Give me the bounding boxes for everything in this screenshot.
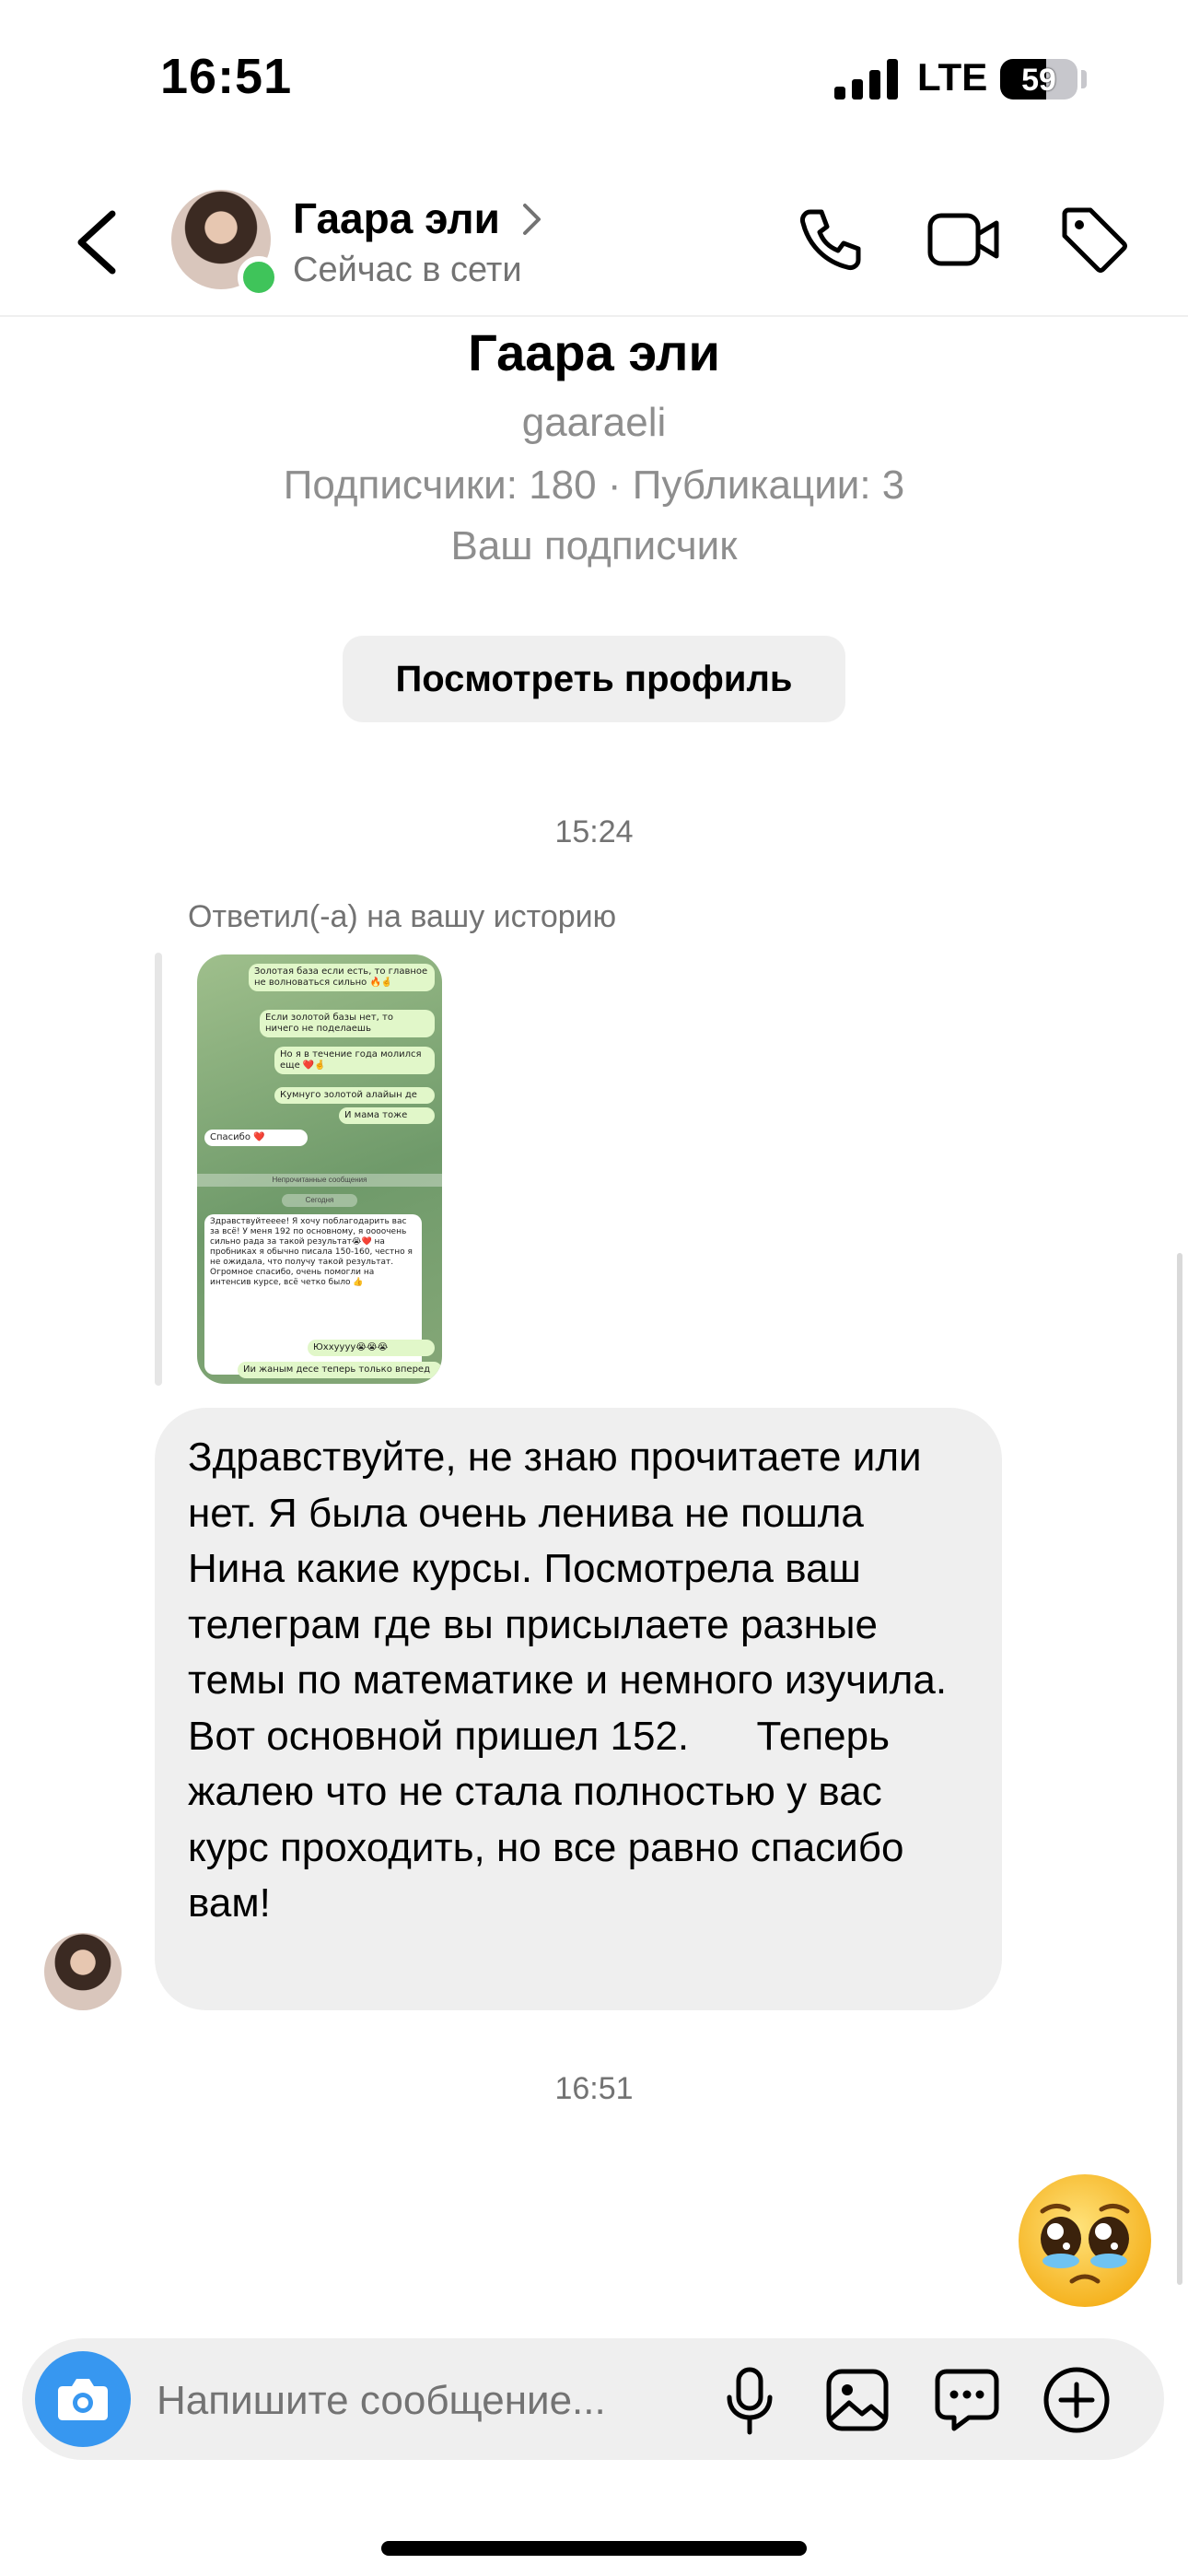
story-message: Но я в течение года молился еще ❤️🤞 bbox=[274, 1047, 435, 1074]
contact-status: Сейчас в сети bbox=[293, 251, 522, 289]
message-timestamp: 16:51 bbox=[554, 2071, 634, 2106]
story-thumbnail[interactable]: Золотая база если есть, то главное не во… bbox=[197, 954, 442, 1384]
story-message: Юххуууу😭😭😭 bbox=[308, 1340, 435, 1356]
video-camera-icon[interactable] bbox=[926, 210, 1000, 269]
status-time: 16:51 bbox=[160, 49, 293, 104]
message-timestamp: 15:24 bbox=[554, 814, 634, 849]
camera-button[interactable] bbox=[35, 2351, 131, 2447]
story-separator: Непрочитанные сообщения bbox=[197, 1174, 442, 1187]
view-profile-button[interactable]: Посмотреть профиль bbox=[343, 636, 845, 722]
scrollbar[interactable] bbox=[1177, 1253, 1182, 2285]
battery-tip bbox=[1081, 70, 1087, 88]
camera-icon bbox=[58, 2379, 108, 2420]
story-message: Если золотой базы нет, то ничего не поде… bbox=[260, 1010, 435, 1037]
image-icon[interactable] bbox=[825, 2368, 890, 2432]
story-message: И мама тоже bbox=[339, 1107, 435, 1124]
message-bubble[interactable]: Здравствуйте, не знаю прочитаете или нет… bbox=[155, 1408, 1002, 2010]
story-reply-label: Ответил(-а) на вашу историю bbox=[188, 899, 617, 934]
cellular-signal-icon bbox=[834, 59, 898, 100]
microphone-icon[interactable] bbox=[724, 2366, 775, 2436]
sticker-chat-icon[interactable] bbox=[934, 2368, 1000, 2432]
battery-percent: 59 bbox=[1021, 63, 1056, 98]
story-reply-bar bbox=[155, 953, 162, 1386]
profile-username: gaaraeli bbox=[521, 400, 667, 445]
home-indicator[interactable] bbox=[381, 2541, 807, 2556]
sender-avatar[interactable] bbox=[44, 1933, 122, 2010]
battery-icon: 59 bbox=[1000, 59, 1077, 100]
profile-name: Гаара эли bbox=[468, 323, 720, 381]
pleading-face-emoji[interactable]: 🥹 bbox=[1015, 2171, 1155, 2311]
chevron-left-icon[interactable] bbox=[76, 210, 118, 275]
phone-icon[interactable] bbox=[798, 206, 864, 273]
follow-status: Ваш подписчик bbox=[450, 523, 738, 568]
online-indicator bbox=[238, 256, 280, 299]
story-message: Кумнуго золотой алайын де bbox=[274, 1087, 435, 1104]
plus-circle-icon[interactable] bbox=[1042, 2366, 1111, 2434]
story-message: Золотая база если есть, то главное не во… bbox=[249, 964, 435, 991]
message-input[interactable] bbox=[155, 2368, 674, 2434]
message-text: Здравствуйте, не знаю прочитаете или нет… bbox=[188, 1434, 959, 1926]
story-message: Ии жаным десе теперь только вперед bbox=[238, 1362, 442, 1378]
chevron-right-icon[interactable] bbox=[521, 203, 543, 236]
network-type: LTE bbox=[917, 55, 988, 99]
story-date-chip: Сегодня bbox=[282, 1194, 357, 1207]
tag-icon[interactable] bbox=[1059, 205, 1129, 275]
story-message: Спасибо ❤️ bbox=[204, 1130, 308, 1146]
header-divider bbox=[0, 315, 1188, 317]
contact-name[interactable]: Гаара эли bbox=[293, 193, 500, 243]
profile-stats: Подписчики: 180 · Публикации: 3 bbox=[283, 463, 905, 508]
